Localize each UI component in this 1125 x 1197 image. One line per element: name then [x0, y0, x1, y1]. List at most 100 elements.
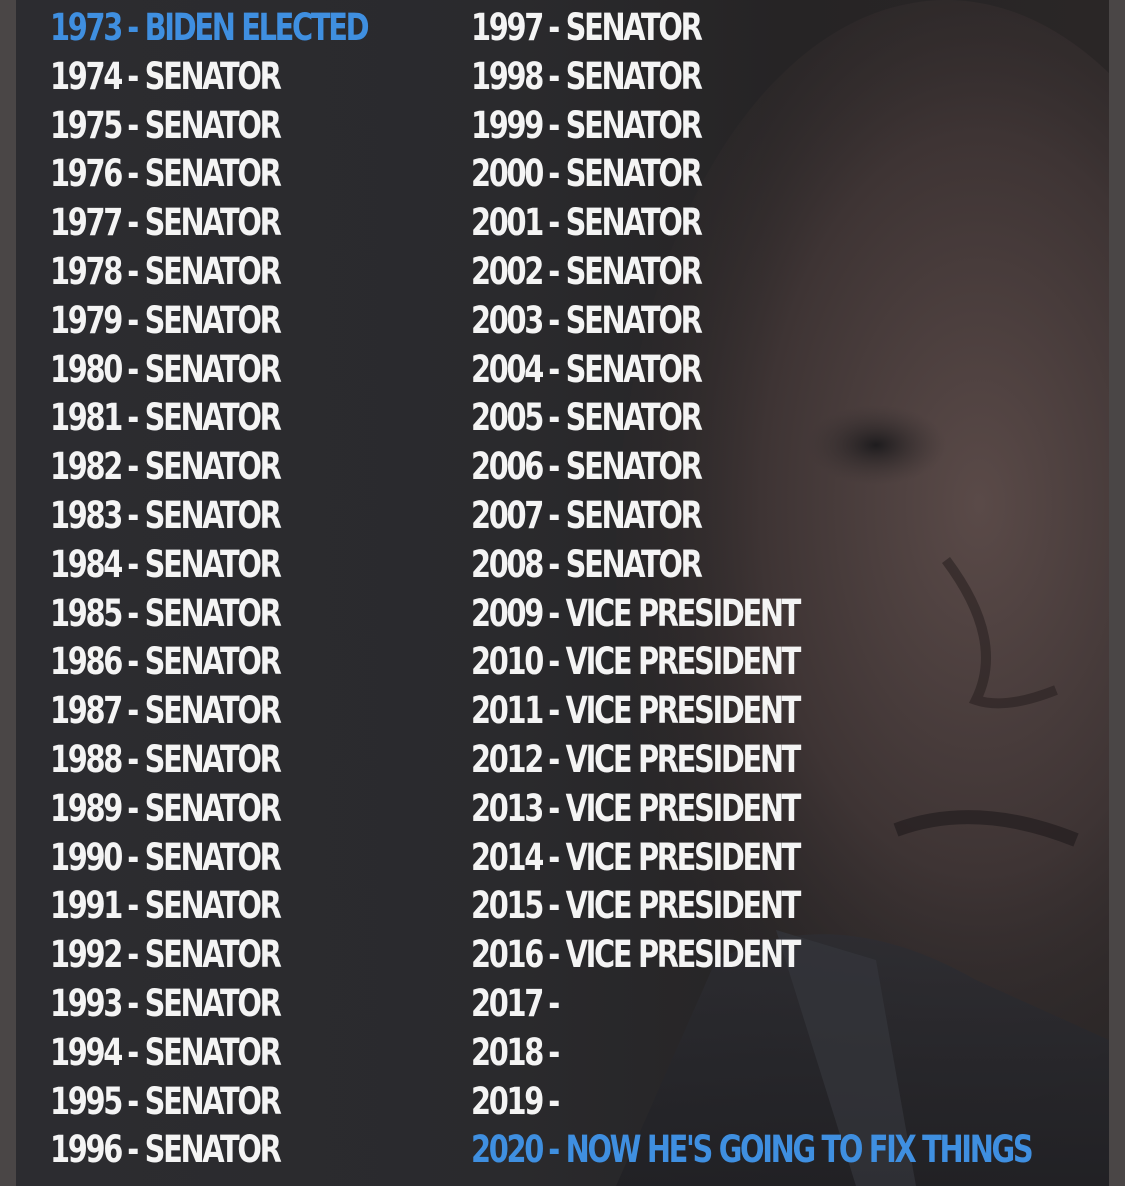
timeline-role: VICE PRESIDENT: [565, 640, 802, 684]
timeline-row-1973: 1973- BIDEN ELECTED: [50, 4, 370, 53]
timeline-role: SENATOR: [144, 493, 282, 537]
timeline-role: SENATOR: [144, 933, 282, 977]
timeline-row-1990: 1990- SENATOR: [50, 834, 367, 883]
timeline-year: 2018: [471, 1030, 544, 1074]
timeline-separator: -: [548, 981, 560, 1025]
timeline-year: 2017: [471, 981, 544, 1025]
timeline-row-1989: 1989- SENATOR: [50, 785, 367, 834]
timeline-row-1994: 1994- SENATOR: [50, 1029, 367, 1078]
timeline-role: SENATOR: [565, 6, 703, 49]
timeline-role: SENATOR: [144, 152, 282, 196]
timeline-year: 1993: [50, 981, 123, 1025]
timeline-year: 1990: [50, 835, 123, 879]
timeline-separator: -: [127, 152, 139, 196]
timeline-role: SENATOR: [565, 396, 703, 440]
timeline-separator: -: [127, 493, 139, 537]
timeline-year: 2012: [471, 737, 544, 781]
timeline-row-2005: 2005- SENATOR: [471, 394, 1031, 443]
timeline-year: 1975: [50, 103, 123, 147]
timeline-row-1981: 1981- SENATOR: [50, 394, 367, 443]
timeline-role: VICE PRESIDENT: [565, 737, 802, 781]
timeline-separator: -: [127, 1128, 139, 1172]
timeline-separator: -: [127, 103, 139, 147]
timeline-separator: -: [548, 298, 560, 342]
timeline-row-1985: 1985- SENATOR: [50, 590, 367, 639]
timeline-year: 2008: [471, 542, 544, 586]
timeline-role: SENATOR: [144, 835, 282, 879]
timeline-row-2013: 2013- VICE PRESIDENT: [471, 785, 1031, 834]
timeline-year: 1994: [50, 1030, 123, 1074]
timeline-separator: -: [127, 640, 139, 684]
timeline-role: SENATOR: [565, 249, 703, 293]
timeline-year: 1974: [50, 54, 123, 98]
timeline-role: BIDEN ELECTED: [144, 6, 370, 49]
timeline-year: 2001: [471, 201, 544, 245]
timeline-year: 1981: [50, 396, 123, 440]
timeline-row-1998: 1998- SENATOR: [471, 53, 1031, 102]
timeline-row-2020: 2020- NOW HE'S GOING TO FIX THINGS: [471, 1126, 1034, 1175]
timeline-role: SENATOR: [144, 54, 282, 98]
timeline-role: SENATOR: [144, 786, 282, 830]
left-year-column: 1973- BIDEN ELECTED 1974- SENATOR 1975- SENAT…: [50, 4, 457, 1175]
timeline-separator: -: [127, 347, 139, 391]
timeline-separator: -: [548, 835, 560, 879]
timeline-year: 1980: [50, 347, 123, 391]
timeline-row-2004: 2004- SENATOR: [471, 346, 1031, 395]
timeline-separator: -: [548, 445, 560, 489]
timeline-role: SENATOR: [144, 591, 282, 635]
timeline-year: 1978: [50, 249, 123, 293]
timeline-separator: -: [548, 737, 560, 781]
timeline-role: VICE PRESIDENT: [565, 835, 802, 879]
timeline-year: 1998: [471, 54, 544, 98]
timeline-year: 2019: [471, 1079, 544, 1123]
timeline-separator: -: [548, 689, 560, 733]
timeline-year: 1987: [50, 689, 123, 733]
timeline-year: 1992: [50, 933, 123, 977]
timeline-role: SENATOR: [144, 249, 282, 293]
timeline-year: 2020: [471, 1128, 544, 1172]
timeline-separator: -: [127, 6, 139, 49]
timeline-row-2016: 2016- VICE PRESIDENT: [471, 931, 1031, 980]
timeline-role: SENATOR: [144, 1079, 282, 1123]
timeline-separator: -: [127, 933, 139, 977]
timeline-separator: -: [548, 542, 560, 586]
timeline-separator: -: [127, 1079, 139, 1123]
timeline-row-1995: 1995- SENATOR: [50, 1078, 367, 1127]
timeline-role: VICE PRESIDENT: [565, 689, 802, 733]
timeline-role: VICE PRESIDENT: [565, 933, 802, 977]
timeline-row-1996: 1996- SENATOR: [50, 1126, 367, 1175]
timeline-year: 2007: [471, 493, 544, 537]
timeline-separator: -: [548, 396, 560, 440]
timeline-year: 2010: [471, 640, 544, 684]
timeline-role: NOW HE'S GOING TO FIX THINGS: [565, 1128, 1034, 1172]
timeline-role: SENATOR: [565, 445, 703, 489]
timeline-separator: -: [548, 152, 560, 196]
timeline-role: VICE PRESIDENT: [565, 786, 802, 830]
timeline-separator: -: [548, 493, 560, 537]
timeline-role: SENATOR: [144, 201, 282, 245]
timeline-year: 1985: [50, 591, 123, 635]
timeline-role: SENATOR: [565, 54, 703, 98]
timeline-row-2007: 2007- SENATOR: [471, 492, 1031, 541]
timeline-year: 1983: [50, 493, 123, 537]
timeline-year: 2013: [471, 786, 544, 830]
timeline-year: 2011: [471, 689, 544, 733]
timeline-row-1999: 1999- SENATOR: [471, 102, 1031, 151]
timeline-row-2011: 2011- VICE PRESIDENT: [471, 687, 1031, 736]
timeline-row-1974: 1974- SENATOR: [50, 53, 367, 102]
timeline-separator: -: [127, 689, 139, 733]
timeline-separator: -: [548, 249, 560, 293]
timeline-row-1976: 1976- SENATOR: [50, 150, 367, 199]
timeline-year: 1982: [50, 445, 123, 489]
timeline-year: 1977: [50, 201, 123, 245]
timeline-role: SENATOR: [565, 298, 703, 342]
timeline-separator: -: [127, 445, 139, 489]
timeline-separator: -: [127, 201, 139, 245]
timeline-separator: -: [548, 103, 560, 147]
timeline-row-2003: 2003- SENATOR: [471, 297, 1031, 346]
timeline-row-2000: 2000- SENATOR: [471, 150, 1031, 199]
timeline-year: 2009: [471, 591, 544, 635]
timeline-row-1984: 1984- SENATOR: [50, 541, 367, 590]
timeline-role: SENATOR: [565, 201, 703, 245]
timeline-separator: -: [127, 835, 139, 879]
